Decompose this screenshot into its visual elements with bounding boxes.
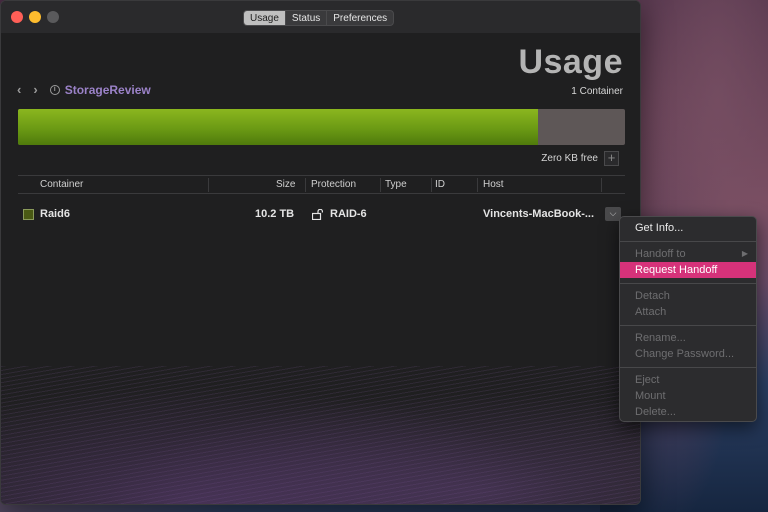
menu-separator <box>620 283 756 284</box>
table-row[interactable]: Raid6 10.2 TB RAID-6 Vincents-MacBook-..… <box>18 200 625 230</box>
column-divider <box>380 178 381 192</box>
table-header: Container Size Protection Type ID Host <box>18 175 625 194</box>
chevron-left-icon[interactable]: ‹ <box>17 82 21 97</box>
column-divider <box>601 178 602 192</box>
menu-item-mount: Mount <box>635 390 666 402</box>
breadcrumb: ‹ › i StorageReview <box>17 82 151 97</box>
menu-item-change-password: Change Password... <box>635 348 735 360</box>
column-header-id[interactable]: ID <box>435 179 445 190</box>
menu-item-request-handoff[interactable]: Request Handoff <box>620 262 756 278</box>
column-divider <box>431 178 432 192</box>
menu-item-attach: Attach <box>635 306 667 318</box>
view-segmented-control: Usage Status Preferences <box>243 10 395 26</box>
column-divider <box>208 178 209 192</box>
menu-item-detach: Detach <box>635 290 670 302</box>
usage-bar <box>18 109 625 145</box>
free-space-label: Zero KB free <box>541 153 598 164</box>
menu-separator <box>620 241 756 242</box>
main-content: Usage 1 Container ‹ › i StorageReview Ze… <box>1 33 640 504</box>
unlock-icon <box>312 209 323 220</box>
usage-bar-used <box>18 109 539 145</box>
column-header-type[interactable]: Type <box>385 179 407 190</box>
column-header-container[interactable]: Container <box>40 179 83 190</box>
menu-item-label: Handoff to <box>635 248 686 260</box>
menu-item-get-info[interactable]: Get Info... <box>620 220 756 236</box>
tab-status[interactable]: Status <box>286 11 328 25</box>
menu-item-handoff-to: Handoff to ▶ <box>620 246 756 262</box>
column-divider <box>305 178 306 192</box>
title-bar: Usage Status Preferences <box>1 1 640 33</box>
app-window: Usage Status Preferences Usage 1 Contain… <box>0 0 641 505</box>
wave-background <box>1 366 640 504</box>
column-header-protection[interactable]: Protection <box>311 179 356 190</box>
cell-protection: RAID-6 <box>330 208 367 220</box>
containers-table: Container Size Protection Type ID Host R… <box>18 175 625 230</box>
breadcrumb-title[interactable]: StorageReview <box>65 83 151 97</box>
tab-preferences[interactable]: Preferences <box>327 11 393 25</box>
close-window-button[interactable] <box>11 11 23 23</box>
menu-item-eject: Eject <box>635 374 660 386</box>
free-space-row: Zero KB free + <box>541 151 619 166</box>
column-header-host[interactable]: Host <box>483 179 504 190</box>
triangle-right-icon: ▶ <box>741 249 748 258</box>
tab-usage[interactable]: Usage <box>244 11 286 25</box>
chevron-right-icon[interactable]: › <box>33 82 37 97</box>
column-header-size[interactable]: Size <box>276 179 295 190</box>
menu-item-rename: Rename... <box>635 332 686 344</box>
container-count: 1 Container <box>571 86 623 97</box>
info-icon[interactable]: i <box>49 84 60 95</box>
menu-separator <box>620 367 756 368</box>
zoom-window-button[interactable] <box>47 11 59 23</box>
minimize-window-button[interactable] <box>29 11 41 23</box>
menu-separator <box>620 325 756 326</box>
container-color-swatch <box>23 209 34 220</box>
plus-icon[interactable]: + <box>604 151 619 166</box>
page-title: Usage <box>518 43 623 81</box>
context-menu: Get Info... Handoff to ▶ Request Handoff… <box>619 216 757 422</box>
menu-item-delete: Delete... <box>635 406 676 418</box>
cell-host: Vincents-MacBook-... <box>483 208 595 220</box>
cell-container: Raid6 <box>40 208 70 220</box>
cell-size: 10.2 TB <box>255 208 295 220</box>
column-divider <box>477 178 478 192</box>
